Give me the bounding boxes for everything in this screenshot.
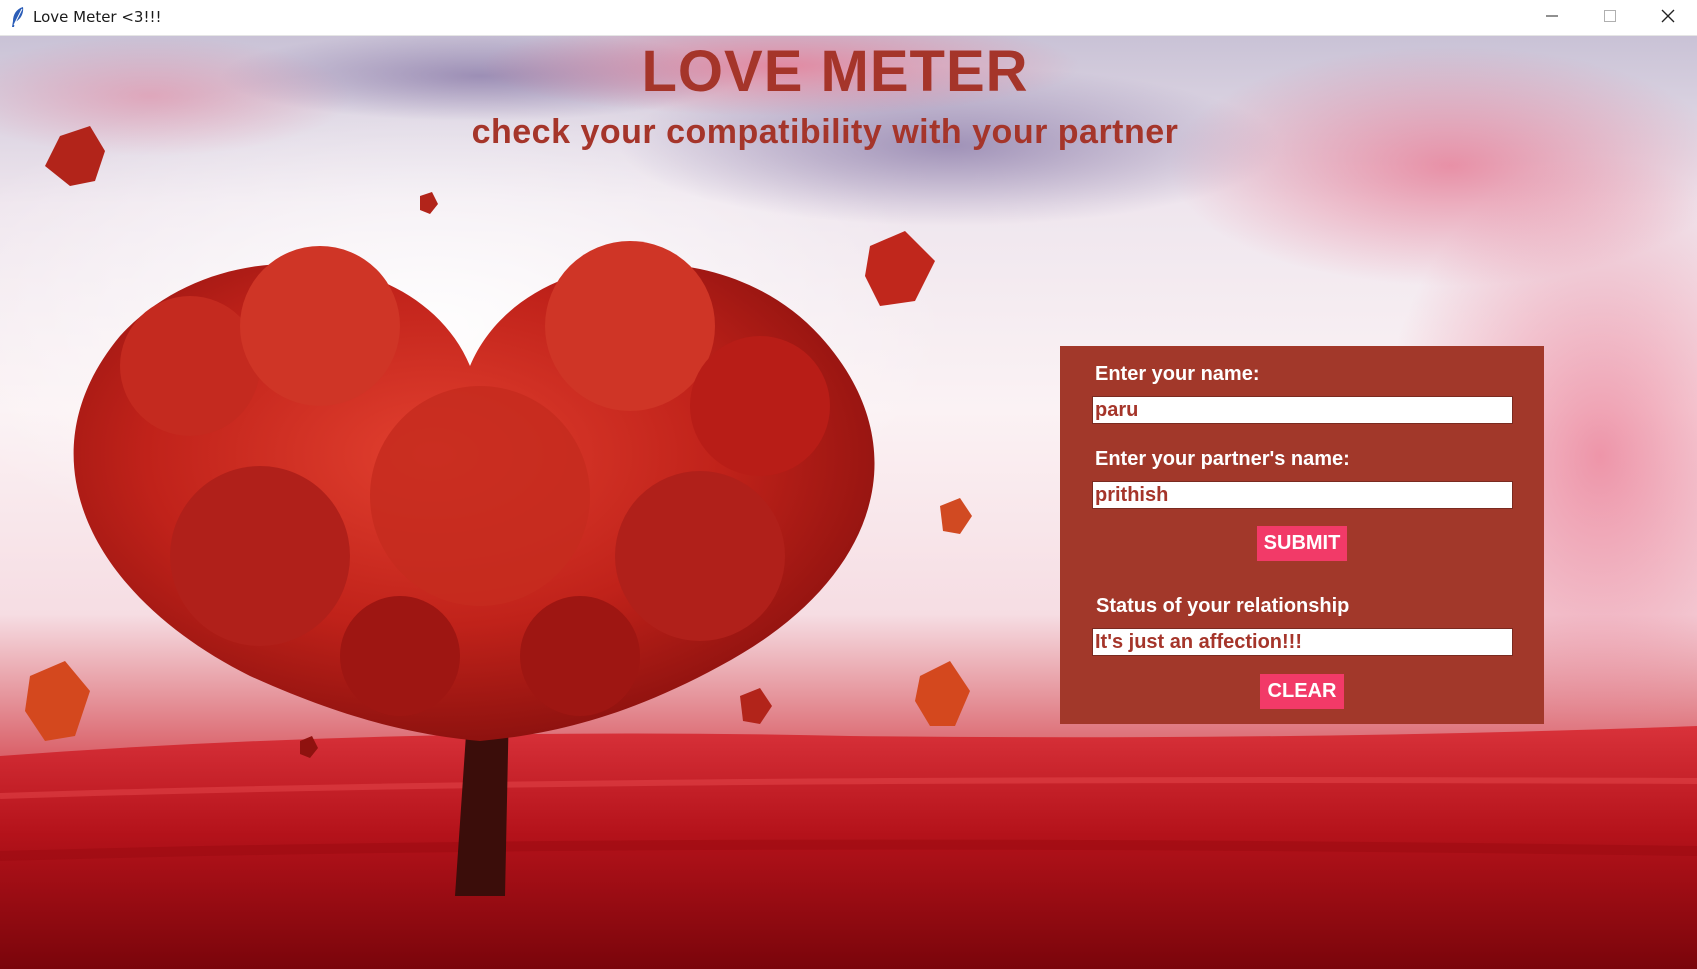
- clear-button[interactable]: CLEAR: [1260, 674, 1344, 709]
- close-icon: [1661, 9, 1675, 23]
- relationship-status-field[interactable]: [1092, 628, 1513, 656]
- close-button[interactable]: [1639, 0, 1697, 32]
- partner-name-input[interactable]: [1092, 481, 1513, 509]
- minimize-icon: [1546, 15, 1558, 17]
- relationship-status-label: Status of your relationship: [1096, 595, 1350, 617]
- minimize-button[interactable]: [1523, 0, 1581, 32]
- maximize-button[interactable]: [1581, 0, 1639, 32]
- app-window-content: LOVE METER check your compatibility with…: [0, 36, 1697, 969]
- window-title: Love Meter <3!!!: [33, 8, 162, 26]
- name-label: Enter your name:: [1095, 363, 1260, 385]
- app-title: LOVE METER: [641, 39, 1029, 104]
- name-input[interactable]: [1092, 396, 1513, 424]
- window-title-bar: Love Meter <3!!!: [0, 0, 1697, 36]
- app-subtitle: check your compatibility with your partn…: [471, 113, 1179, 151]
- partner-name-label: Enter your partner's name:: [1095, 448, 1350, 470]
- compatibility-form-panel: Enter your name: Enter your partner's na…: [1060, 346, 1544, 724]
- submit-button[interactable]: SUBMIT: [1257, 526, 1347, 561]
- feather-icon: [10, 6, 26, 28]
- maximize-icon: [1604, 10, 1616, 22]
